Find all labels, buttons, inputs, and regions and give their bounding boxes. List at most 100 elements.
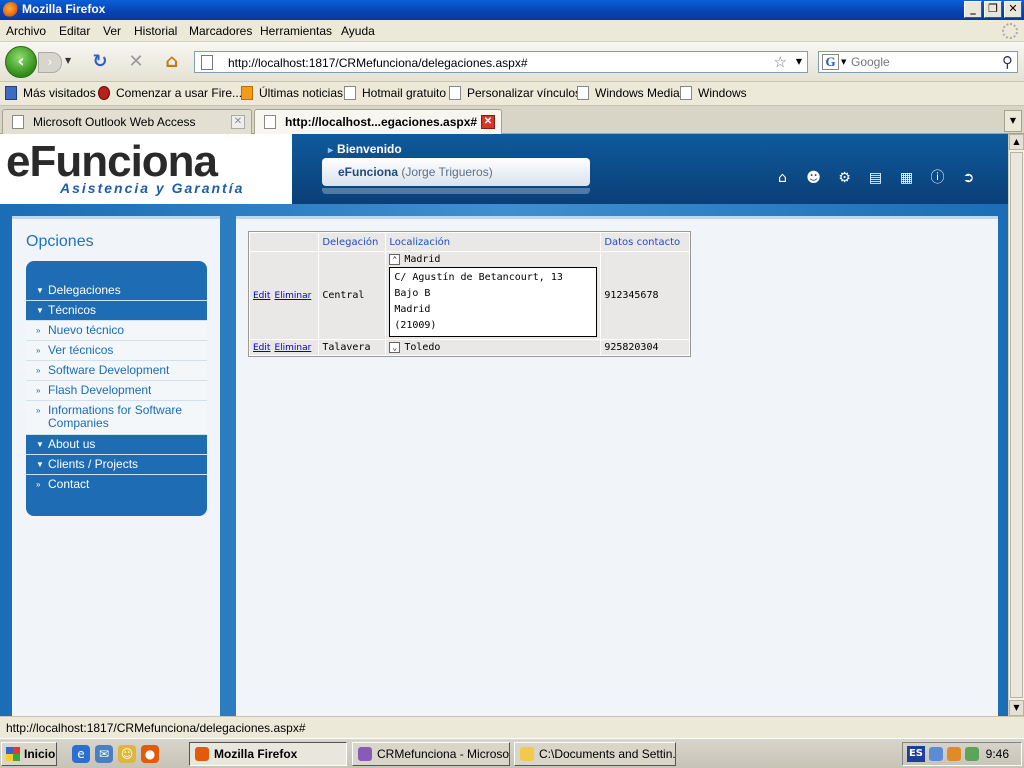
expand-icon[interactable]: ⌄ — [389, 342, 401, 353]
grid-header-row: Delegación Localización Datos contacto — [250, 233, 690, 251]
bookmark-hotmail[interactable]: Hotmail gratuito — [344, 86, 446, 100]
tab-list-dropdown-icon[interactable]: ▼ — [1004, 110, 1022, 132]
page-icon — [577, 86, 589, 100]
sidebar-item-informations[interactable]: » Informations for Software Companies — [26, 401, 207, 435]
menu-archivo[interactable]: Archivo — [6, 24, 46, 38]
menu-herramientas[interactable]: Herramientas — [260, 24, 332, 38]
language-indicator[interactable]: ES — [907, 746, 925, 762]
collapse-icon[interactable]: ⌃ — [389, 254, 401, 265]
sidebar-item-ver-tecnicos[interactable]: » Ver técnicos — [26, 341, 207, 361]
sidebar-item-contact[interactable]: » Contact — [26, 475, 207, 495]
status-bar: http://localhost:1817/CRMefunciona/deleg… — [0, 716, 1024, 738]
sidebar-item-software-development[interactable]: » Software Development — [26, 361, 207, 381]
scroll-down-icon[interactable]: ▼ — [1009, 700, 1024, 716]
main-panel: Delegación Localización Datos contacto E… — [236, 216, 998, 716]
help-icon[interactable]: ⓘ — [929, 170, 946, 187]
delete-link[interactable]: Eliminar — [274, 343, 311, 353]
close-button[interactable]: ✕ — [1004, 1, 1022, 18]
sidebar-item-flash-development[interactable]: » Flash Development — [26, 381, 207, 401]
start-button[interactable]: Inicio — [1, 742, 57, 766]
internet-explorer-icon[interactable]: e — [72, 745, 90, 763]
exit-icon[interactable]: ➲ — [960, 170, 977, 187]
menu-ayuda[interactable]: Ayuda — [341, 24, 375, 38]
edit-link[interactable]: Edit — [253, 343, 270, 353]
grid-header-actions — [250, 233, 319, 251]
bookmark-mas-visitados[interactable]: Más visitados — [5, 86, 96, 100]
address-street: C/ Agustín de Betancourt, 13 Bajo B — [394, 272, 563, 299]
maximize-button[interactable]: ❐ — [984, 1, 1002, 18]
delete-link[interactable]: Eliminar — [274, 291, 311, 301]
network-icon[interactable] — [929, 747, 943, 761]
logo-text: eFunciona — [6, 137, 218, 186]
localizacion-cell: ⌃ Madrid C/ Agustín de Betancourt, 13 Baj… — [386, 252, 601, 339]
sidebar-title: Opciones — [26, 233, 94, 250]
forward-button[interactable]: › — [38, 52, 62, 73]
scroll-thumb[interactable] — [1010, 152, 1023, 698]
menu-historial[interactable]: Historial — [134, 24, 177, 38]
system-tray: ES 9:46 — [902, 742, 1022, 766]
bookmark-star-icon[interactable]: ☆ — [774, 53, 787, 71]
url-bar[interactable]: http://localhost:1817/CRMefunciona/deleg… — [194, 51, 808, 73]
close-tab-icon[interactable]: ✕ — [231, 115, 245, 129]
taskbar-item-explorer[interactable]: C:\Documents and Settin... — [514, 742, 676, 766]
tab-outlook[interactable]: Microsoft Outlook Web Access ✕ — [2, 109, 252, 134]
messenger-icon[interactable]: ☺ — [118, 745, 136, 763]
engine-dropdown-icon[interactable]: ▼ — [841, 58, 846, 66]
chevron-down-icon: ▼ — [36, 440, 44, 449]
home-icon[interactable]: ⌂ — [774, 170, 791, 187]
menu-editar[interactable]: Editar — [59, 24, 90, 38]
grid-header-contacto[interactable]: Datos contacto — [601, 233, 690, 251]
user-icon[interactable]: ☻ — [805, 170, 822, 187]
back-button[interactable]: ‹ — [5, 46, 37, 78]
taskbar-item-crmefunciona[interactable]: CRMefunciona - Microsof... — [352, 742, 510, 766]
user-name: (Jorge Trigueros) — [401, 165, 493, 179]
menu-marcadores[interactable]: Marcadores — [189, 24, 252, 38]
home-icon[interactable]: ⌂ — [161, 52, 183, 74]
google-engine-icon[interactable]: G — [822, 54, 839, 70]
url-dropdown-icon[interactable]: ▼ — [796, 57, 802, 66]
web-content: eFunciona Asistencia y Garantía Bienveni… — [0, 134, 1008, 716]
sidebar-item-delegaciones[interactable]: ▼ Delegaciones — [26, 281, 207, 301]
navigation-toolbar: ‹ › ▼ ↻ ✕ ⌂ http://localhost:1817/CRMefu… — [0, 42, 1024, 82]
table-row: Edit Eliminar Central ⌃ Madrid C/ Agustín … — [250, 252, 690, 339]
grid-header-delegacion[interactable]: Delegación — [319, 233, 386, 251]
reload-icon[interactable]: ↻ — [89, 52, 111, 74]
bookmark-comenzar[interactable]: Comenzar a usar Fire... — [98, 86, 242, 100]
bookmark-windows[interactable]: Windows — [680, 86, 747, 100]
chart-icon[interactable]: ▤ — [867, 170, 884, 187]
site-logo[interactable]: eFunciona Asistencia y Garantía — [0, 134, 292, 204]
tray-app-icon[interactable] — [947, 747, 961, 761]
address-postal-code: (21009) — [394, 320, 437, 331]
search-icon[interactable]: ⚲ — [1002, 53, 1013, 71]
tray-security-icon[interactable] — [965, 747, 979, 761]
menu-ver[interactable]: Ver — [103, 24, 121, 38]
welcome-label: Bienvenido — [328, 142, 402, 156]
bookmark-windows-media[interactable]: Windows Media — [577, 86, 680, 100]
outlook-icon[interactable]: ✉ — [95, 745, 113, 763]
window-title: Mozilla Firefox — [22, 2, 106, 16]
bookmark-personalizar[interactable]: Personalizar vínculos — [449, 86, 581, 100]
throbber-icon — [1002, 23, 1018, 39]
sidebar-item-clients[interactable]: ▼ Clients / Projects — [26, 455, 207, 475]
taskbar-item-firefox[interactable]: Mozilla Firefox — [189, 742, 347, 766]
settings-icon[interactable]: ⚙ — [836, 170, 853, 187]
bookmark-ultimas-noticias[interactable]: Últimas noticias — [241, 86, 343, 100]
scroll-up-icon[interactable]: ▲ — [1009, 134, 1024, 150]
table-icon[interactable]: ▦ — [898, 170, 915, 187]
stop-icon[interactable]: ✕ — [125, 52, 147, 74]
status-text: http://localhost:1817/CRMefunciona/deleg… — [6, 721, 306, 735]
chevron-right-icon: » — [36, 406, 41, 415]
user-info: eFunciona (Jorge Trigueros) — [338, 165, 493, 179]
grid-header-localizacion[interactable]: Localización — [386, 233, 601, 251]
sidebar-item-nuevo-tecnico[interactable]: » Nuevo técnico — [26, 321, 207, 341]
minimize-button[interactable]: _ — [964, 1, 982, 18]
edit-link[interactable]: Edit — [253, 291, 270, 301]
close-tab-icon[interactable]: ✕ — [481, 115, 495, 129]
sidebar-item-tecnicos[interactable]: ▼ Técnicos — [26, 301, 207, 321]
vertical-scrollbar[interactable]: ▲ ▼ — [1008, 134, 1024, 716]
search-input[interactable] — [851, 54, 991, 70]
sidebar-item-about-us[interactable]: ▼ About us — [26, 435, 207, 455]
tab-delegaciones[interactable]: http://localhost...egaciones.aspx# ✕ — [254, 109, 502, 135]
firefox-quicklaunch-icon[interactable]: ● — [141, 745, 159, 763]
history-dropdown-icon[interactable]: ▼ — [65, 56, 71, 65]
